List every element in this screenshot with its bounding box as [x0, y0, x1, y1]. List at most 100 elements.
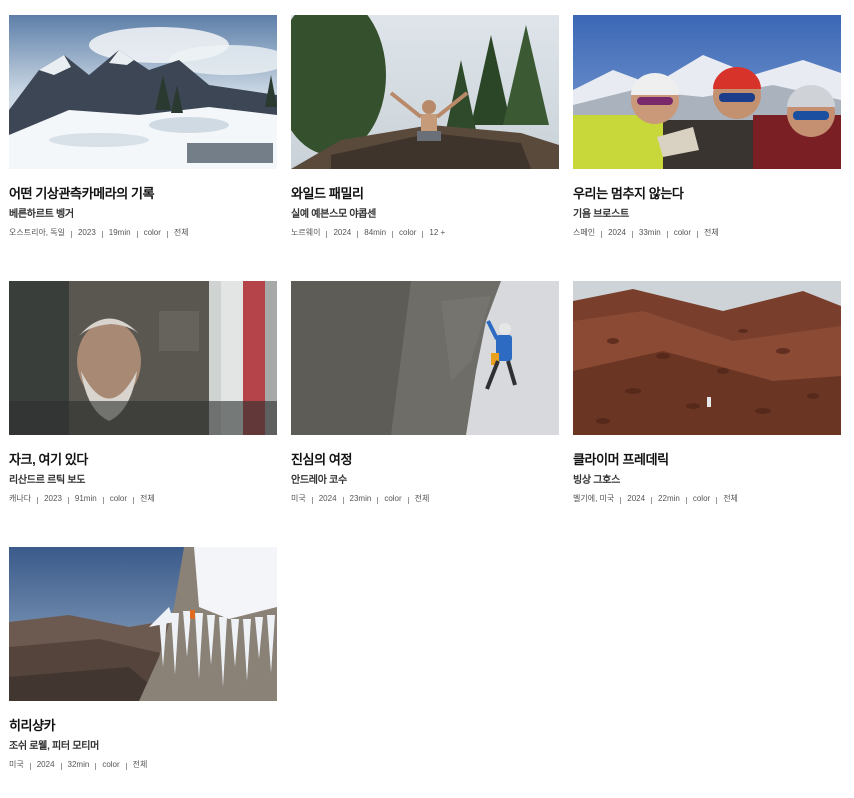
- meta-separator: [631, 230, 633, 238]
- film-country: 미국: [9, 760, 24, 769]
- film-rating: 전체: [140, 494, 155, 503]
- meta-separator: [60, 762, 62, 770]
- meta-separator: [651, 496, 653, 504]
- film-title[interactable]: 어떤 기상관측카메라의 기록: [9, 185, 277, 202]
- film-color: color: [102, 760, 120, 769]
- meta-separator: [620, 496, 622, 504]
- film-card[interactable]: 자크, 여기 있다 리산드르 르틱 보도 캐나다 2023 91min colo…: [9, 281, 277, 505]
- film-year: 2024: [333, 228, 352, 237]
- film-director: 빙상 그호스: [573, 475, 620, 486]
- film-card[interactable]: 히리샹카 조쉬 로웰, 피터 모티머 미국 2024 32min color 전…: [9, 547, 277, 771]
- meta-separator: [102, 496, 104, 504]
- film-thumbnail[interactable]: [573, 281, 841, 435]
- meta-separator: [125, 762, 127, 770]
- film-year: 2024: [627, 494, 646, 503]
- film-thumbnail[interactable]: [9, 547, 277, 701]
- meta-separator: [37, 496, 39, 504]
- film-runtime: 84min: [364, 228, 387, 237]
- film-meta: 스페인 2024 33min color 전체: [573, 227, 841, 239]
- film-meta: 미국 2024 32min color 전체: [9, 759, 277, 771]
- film-title[interactable]: 와일드 패밀리: [291, 185, 559, 202]
- film-grid: 어떤 기상관측카메라의 기록 베른하르트 벵거 오스트리아, 독일 2023 1…: [0, 0, 854, 798]
- meta-separator: [101, 230, 103, 238]
- film-rating: 전체: [173, 228, 189, 237]
- film-runtime: 22min: [658, 494, 680, 503]
- meta-separator: [326, 230, 328, 238]
- meta-separator: [407, 496, 409, 504]
- film-country: 미국: [291, 494, 306, 503]
- film-color: color: [143, 228, 161, 237]
- film-meta: 벨기에, 미국 2024 22min color 전체: [573, 493, 841, 505]
- meta-separator: [136, 230, 138, 238]
- film-color: color: [692, 494, 711, 503]
- film-director: 안드레아 코수: [291, 475, 347, 486]
- film-color: color: [384, 494, 402, 503]
- film-rating: 전체: [723, 494, 738, 503]
- meta-separator: [357, 230, 359, 238]
- meta-separator: [666, 230, 668, 238]
- film-runtime: 32min: [67, 760, 90, 769]
- film-card[interactable]: 진심의 여정 안드레아 코수 미국 2024 23min color 전체: [291, 281, 559, 505]
- film-country: 노르웨이: [291, 228, 321, 237]
- film-thumbnail[interactable]: [9, 281, 277, 435]
- film-director: 베른하르트 벵거: [9, 209, 74, 220]
- film-card[interactable]: 와일드 패밀리 실예 예븐스모 야콥센 노르웨이 2024 84min colo…: [291, 15, 559, 239]
- old-man-portrait-image: [9, 281, 277, 435]
- meta-separator: [311, 496, 313, 504]
- film-meta: 오스트리아, 독일 2023 19min color 전체: [9, 227, 277, 239]
- meta-separator: [422, 230, 424, 238]
- film-runtime: 23min: [349, 494, 372, 503]
- film-title[interactable]: 자크, 여기 있다: [9, 451, 277, 468]
- meta-separator: [67, 496, 69, 504]
- film-card[interactable]: 우리는 멈추지 않는다 기욤 브로스트 스페인 2024 33min color…: [573, 15, 841, 239]
- film-director: 실예 예븐스모 야콥센: [291, 209, 377, 220]
- film-rating: 12 +: [429, 228, 446, 237]
- meta-separator: [697, 230, 699, 238]
- film-title[interactable]: 클라이머 프레데릭: [573, 451, 841, 468]
- film-card[interactable]: 클라이머 프레데릭 빙상 그호스 벨기에, 미국 2024 22min colo…: [573, 281, 841, 505]
- film-year: 2024: [36, 760, 55, 769]
- film-meta: 노르웨이 2024 84min color 12 +: [291, 227, 559, 239]
- meta-separator: [392, 230, 394, 238]
- meta-separator: [166, 230, 168, 238]
- film-title[interactable]: 우리는 멈추지 않는다: [573, 185, 841, 202]
- film-meta: 캐나다 2023 91min color 전체: [9, 493, 277, 505]
- meta-separator: [70, 230, 72, 238]
- meta-separator: [133, 496, 135, 504]
- meta-separator: [601, 230, 603, 238]
- meta-separator: [377, 496, 379, 504]
- film-director: 리산드르 르틱 보도: [9, 475, 86, 486]
- film-runtime: 91min: [74, 494, 97, 503]
- climbers-selfie-image: [573, 15, 841, 169]
- film-thumbnail[interactable]: [291, 15, 559, 169]
- film-rating: 전체: [414, 494, 430, 503]
- film-rating: 전체: [132, 760, 148, 769]
- meta-separator: [29, 762, 31, 770]
- film-country: 오스트리아, 독일: [9, 228, 65, 237]
- film-director: 기욤 브로스트: [573, 209, 629, 220]
- film-year: 2024: [318, 494, 337, 503]
- film-color: color: [109, 494, 128, 503]
- icicle-climber-image: [9, 547, 277, 701]
- film-country: 벨기에, 미국: [573, 494, 615, 503]
- child-on-rooftop-image: [291, 15, 559, 169]
- film-color: color: [399, 228, 417, 237]
- meta-separator: [95, 762, 97, 770]
- film-rating: 전체: [704, 228, 719, 237]
- film-title[interactable]: 진심의 여정: [291, 451, 559, 468]
- film-color: color: [673, 228, 692, 237]
- film-thumbnail[interactable]: [573, 15, 841, 169]
- climber-on-rock-face-image: [291, 281, 559, 435]
- meta-separator: [342, 496, 344, 504]
- meta-separator: [685, 496, 687, 504]
- film-card[interactable]: 어떤 기상관측카메라의 기록 베른하르트 벵거 오스트리아, 독일 2023 1…: [9, 15, 277, 239]
- film-title[interactable]: 히리샹카: [9, 717, 277, 734]
- film-thumbnail[interactable]: [9, 15, 277, 169]
- film-country: 스페인: [573, 228, 596, 237]
- film-thumbnail[interactable]: [291, 281, 559, 435]
- film-meta: 미국 2024 23min color 전체: [291, 493, 559, 505]
- film-runtime: 19min: [108, 228, 131, 237]
- film-year: 2023: [44, 494, 62, 503]
- film-country: 캐나다: [9, 494, 32, 503]
- meta-separator: [716, 496, 718, 504]
